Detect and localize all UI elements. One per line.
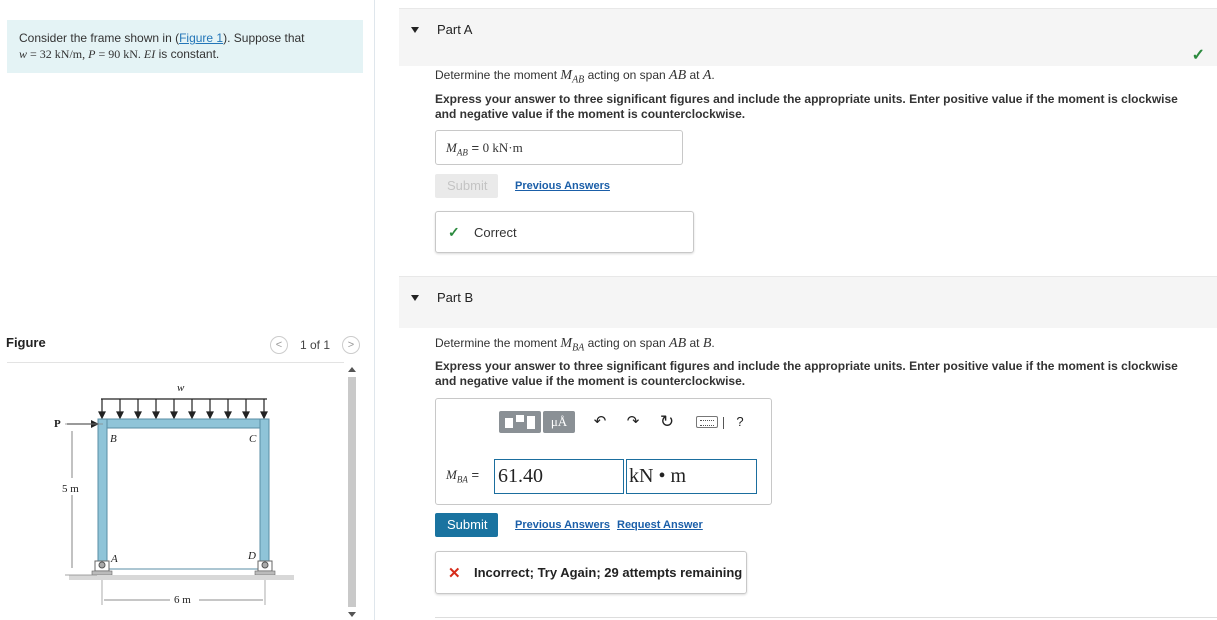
units-button[interactable]: μÅ [543, 411, 575, 433]
figure-scrollbar[interactable] [345, 365, 359, 620]
question-symbol: M [560, 336, 573, 351]
units-input[interactable]: kN • m [626, 459, 757, 494]
width-dimension: 6 m [174, 594, 191, 606]
point-load-label: P [54, 418, 61, 430]
part-a-header[interactable]: Part A ✓ [399, 8, 1217, 66]
question-span: AB [669, 336, 687, 351]
feedback-text: Incorrect; Try Again; 29 attempts remain… [474, 565, 743, 580]
figure-counter: 1 of 1 [300, 338, 331, 352]
collapse-triangle-icon[interactable] [411, 295, 419, 301]
part-b-submit-button[interactable]: Submit [435, 513, 498, 537]
support-a [91, 560, 113, 576]
question-text-mid: acting on span [584, 336, 670, 350]
divider [435, 617, 1217, 618]
part-b-previous-answers-link[interactable]: Previous Answers [515, 519, 610, 531]
part-a-answer: MAB = 0 kN·m [435, 130, 683, 165]
part-a-previous-answers-link[interactable]: Previous Answers [515, 180, 610, 192]
question-subscript: AB [572, 74, 585, 86]
value-w: = 32 kN/m, [27, 47, 89, 61]
toolbar-divider [723, 417, 724, 429]
figure-header: Figure < 1 of 1 > [0, 330, 375, 360]
answer-equals: = [467, 140, 483, 155]
question-text: Determine the moment [435, 336, 561, 350]
part-a-question: Determine the moment MAB acting on span … [435, 68, 715, 85]
beam-bc [97, 418, 270, 429]
part-b-question: Determine the moment MBA acting on span … [435, 336, 715, 353]
question-text-at: at [686, 68, 703, 82]
part-b-feedback: ✕ Incorrect; Try Again; 29 attempts rema… [435, 551, 747, 594]
figure-link[interactable]: Figure 1 [179, 31, 223, 45]
templates-button[interactable] [499, 411, 541, 433]
part-a-instructions: Express your answer to three significant… [435, 92, 1178, 121]
scroll-down-arrow-icon[interactable] [348, 612, 356, 617]
joint-c-label: C [249, 433, 257, 445]
answer-subscript: AB [456, 147, 468, 158]
question-text: Determine the moment [435, 68, 561, 82]
problem-text-tail: ). Suppose that [223, 31, 305, 45]
answer-symbol: M [446, 140, 457, 155]
answer-editor: μÅ ↶ ↷ ↻ ? MBA = 61.40 kN • m [435, 398, 772, 505]
next-figure-button[interactable]: > [342, 336, 360, 354]
question-text-end: . [711, 336, 715, 350]
check-icon: ✓ [448, 224, 460, 240]
support-d-label: D [247, 550, 256, 562]
help-button[interactable]: ? [733, 411, 747, 433]
frame-diagram: w P B C A D 5 m 6 m [54, 382, 294, 606]
question-span: AB [669, 68, 687, 83]
problem-text-end: is constant. [155, 47, 220, 61]
prev-figure-button[interactable]: < [270, 336, 288, 354]
incorrect-x-icon: ✕ [448, 565, 461, 582]
answer-label: MBA = [446, 467, 479, 485]
question-text-end: . [711, 68, 715, 82]
value-input[interactable]: 61.40 [494, 459, 624, 494]
part-b-label: Part B [437, 290, 474, 305]
answer-symbol: M [446, 467, 457, 482]
part-a-feedback: ✓ Correct [435, 211, 694, 253]
scroll-up-arrow-icon[interactable] [348, 367, 356, 372]
divider [7, 362, 344, 363]
question-text-at: at [686, 336, 703, 350]
value-p: = 90 kN. [95, 47, 144, 61]
redo-icon[interactable]: ↷ [624, 411, 642, 433]
frame-interior [106, 427, 261, 570]
height-dimension: 5 m [62, 483, 79, 495]
part-a-label: Part A [437, 22, 473, 37]
part-a-submit-button: Submit [435, 174, 498, 198]
problem-statement: Consider the frame shown in (Figure 1). … [7, 20, 363, 73]
part-b-instructions: Express your answer to three significant… [435, 359, 1178, 388]
undo-icon[interactable]: ↶ [591, 411, 609, 433]
support-a-label: A [110, 553, 118, 565]
problem-text: Consider the frame shown in ( [19, 31, 180, 45]
reset-icon[interactable]: ↻ [658, 411, 676, 433]
ground [69, 575, 294, 580]
feedback-text: Correct [474, 225, 517, 240]
questions-pane: Part A ✓ Determine the moment MAB acting… [399, 0, 1217, 620]
part-b-header[interactable]: Part B [399, 276, 1217, 328]
question-text-mid: acting on span [584, 68, 670, 82]
problem-pane: Consider the frame shown in (Figure 1). … [0, 0, 375, 620]
collapse-triangle-icon[interactable] [411, 27, 419, 33]
correct-check-icon: ✓ [1191, 47, 1205, 64]
answer-equals: = [467, 467, 480, 482]
support-d [254, 560, 276, 576]
column-ab [97, 418, 108, 570]
question-symbol: M [560, 68, 573, 83]
load-arrows [98, 399, 268, 420]
keyboard-icon[interactable] [696, 416, 718, 428]
column-cd [259, 418, 270, 570]
request-answer-link[interactable]: Request Answer [617, 519, 703, 531]
var-ei: EI [143, 47, 156, 61]
figure-title: Figure [6, 335, 46, 350]
answer-value: 0 kN·m [482, 140, 523, 155]
question-subscript: BA [572, 342, 585, 354]
scroll-thumb[interactable] [348, 377, 356, 607]
var-w: w [19, 47, 28, 61]
joint-b-label: B [110, 433, 117, 445]
answer-subscript: BA [456, 474, 468, 485]
load-label: w [177, 382, 185, 394]
frame-figure: w P B C A D 5 m 6 m [7, 365, 337, 620]
